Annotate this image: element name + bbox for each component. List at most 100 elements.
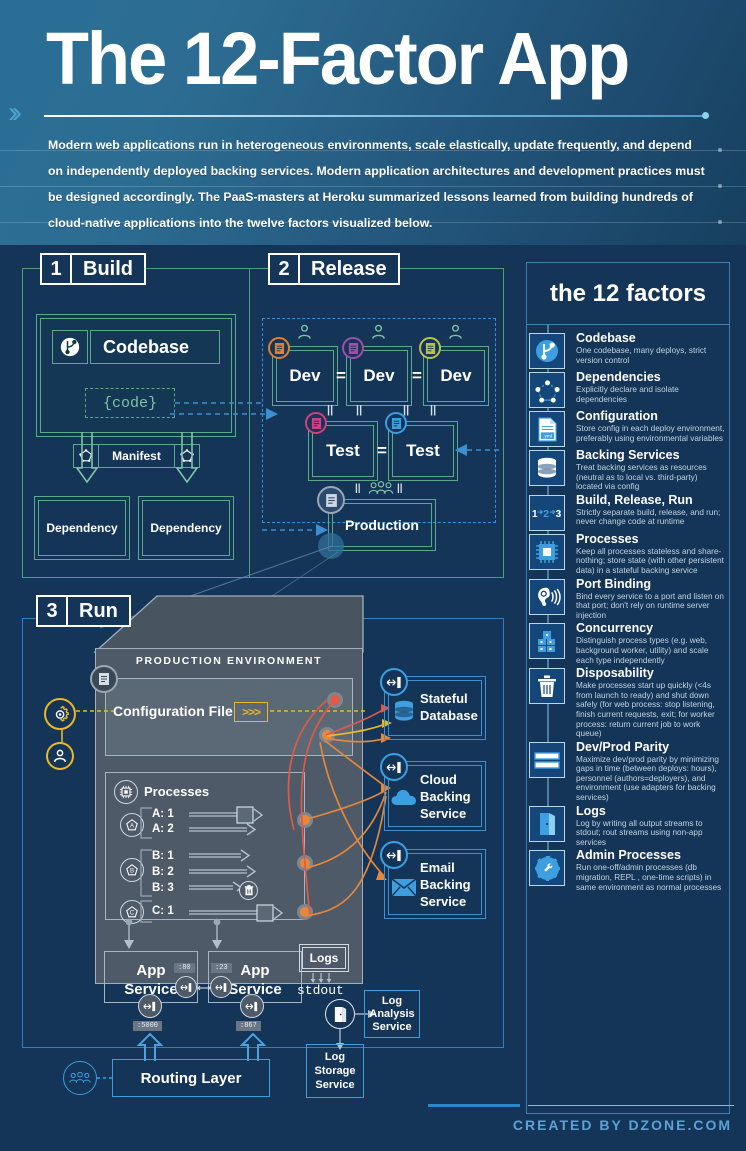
factor-name: Codebase bbox=[576, 331, 636, 345]
factor-name: Backing Services bbox=[576, 448, 680, 462]
factor-name: Disposability bbox=[576, 666, 654, 681]
process-item: A: 1 bbox=[152, 808, 174, 820]
parallel-marker: || bbox=[327, 404, 334, 416]
factor-name: Configuration bbox=[576, 409, 658, 423]
test-label: Test bbox=[406, 441, 440, 460]
door-icon bbox=[529, 805, 565, 842]
backing-service-line: Backing bbox=[420, 789, 471, 804]
stage-number-1: 1 bbox=[40, 253, 70, 285]
factor-name: Port Binding bbox=[576, 576, 651, 591]
footer-credit: CREATED BY DZONE.COM bbox=[512, 1117, 732, 1133]
config-file-label: Configuration File bbox=[113, 703, 233, 719]
factor-desc: Distinguish process types (e.g. web, bac… bbox=[576, 636, 709, 665]
svg-text:B: B bbox=[130, 868, 134, 875]
factor-item-build-release-run[interactable]: 123 Build, Release, Run Strictly separat… bbox=[527, 493, 729, 531]
logs-box: Logs bbox=[299, 944, 349, 972]
log-storage-line: Log bbox=[324, 1051, 346, 1063]
factor-name: Dependencies bbox=[576, 370, 661, 384]
stage-badge-release: 2 Release bbox=[268, 253, 400, 285]
database-icon bbox=[392, 700, 416, 722]
log-analysis-line: Service bbox=[372, 1020, 412, 1033]
factor-item-dependencies[interactable]: Dependencies Explicitly declare and isol… bbox=[527, 370, 729, 408]
log-storage-line: Service bbox=[315, 1079, 355, 1091]
stage-number-3: 3 bbox=[36, 595, 66, 627]
svg-text:C: C bbox=[130, 910, 135, 917]
backing-service-line: Email bbox=[420, 860, 455, 875]
code-placeholder: {code} bbox=[85, 388, 175, 418]
gear-config-icon[interactable] bbox=[44, 698, 76, 730]
prod-env-perspective-top bbox=[93, 595, 364, 653]
backing-service-line: Service bbox=[420, 806, 467, 821]
log-storage-service-box: Log Storage Service bbox=[306, 1044, 364, 1098]
person-circle-icon[interactable] bbox=[46, 742, 74, 770]
production-inflow-arrow-icon bbox=[262, 524, 328, 536]
document-circle-icon bbox=[317, 486, 345, 514]
equals-sign: = bbox=[377, 441, 387, 460]
production-label: Production bbox=[345, 517, 419, 533]
gear-config-connector bbox=[76, 710, 114, 712]
two-bars-icon bbox=[529, 741, 565, 778]
factor-desc: Keep all processes stateless and share-n… bbox=[576, 546, 724, 575]
port-binding-icon bbox=[210, 976, 232, 998]
stage-label-run: Run bbox=[66, 595, 131, 627]
factor-item-processes[interactable]: Processes Keep all processes stateless a… bbox=[527, 532, 729, 576]
factor-item-configuration[interactable]: .yml Configuration Store config in each … bbox=[527, 409, 729, 447]
parallel-marker: || bbox=[355, 483, 361, 494]
dependency-label: Dependency bbox=[150, 521, 222, 535]
stateful-database-label: Stateful Database bbox=[420, 690, 478, 724]
svg-text:3: 3 bbox=[556, 509, 562, 520]
factor-desc: Explicitly declare and isolate dependenc… bbox=[576, 385, 679, 404]
factor-item-concurrency[interactable]: Concurrency Distinguish process types (e… bbox=[527, 621, 729, 665]
cloud-backing-service-label: Cloud Backing Service bbox=[420, 771, 471, 822]
factor-desc: Bind every service to a port and listen … bbox=[576, 591, 724, 620]
production-environment-title: PRODUCTION ENVIRONMENT bbox=[135, 655, 323, 667]
process-item: B: 2 bbox=[152, 866, 174, 878]
process-item: B: 1 bbox=[152, 850, 174, 862]
database-icon bbox=[529, 450, 565, 486]
git-branch-icon bbox=[529, 333, 565, 369]
person-icon bbox=[297, 324, 312, 340]
backing-service-line: Cloud bbox=[420, 772, 457, 787]
footer-rule bbox=[528, 1105, 734, 1106]
factor-name: Admin Processes bbox=[576, 848, 681, 863]
cloud-icon bbox=[390, 788, 418, 806]
factor-desc: Treat backing services as resources (neu… bbox=[576, 463, 707, 492]
double-chevron-right-icon: ›› bbox=[8, 96, 22, 129]
factor-name: Concurrency bbox=[576, 621, 654, 636]
log-analysis-line: Log bbox=[381, 994, 403, 1007]
factor-item-admin-processes[interactable]: Admin Processes Run one-off/admin proces… bbox=[527, 848, 729, 892]
factor-name: Logs bbox=[576, 803, 606, 818]
yml-file-icon: .yml bbox=[529, 411, 565, 447]
document-icon bbox=[342, 337, 364, 359]
port-binding-icon bbox=[138, 994, 162, 1018]
document-icon bbox=[385, 412, 407, 434]
dev-label: Dev bbox=[363, 366, 395, 385]
buildings-icon bbox=[529, 623, 565, 660]
process-item: C: 1 bbox=[152, 905, 174, 917]
port-label-top: :80 bbox=[174, 963, 195, 973]
footer-accent-rule bbox=[428, 1104, 520, 1107]
release-feedback-arrow-icon bbox=[455, 444, 499, 456]
factor-item-disposability[interactable]: Disposability Make processes start up qu… bbox=[527, 666, 729, 739]
gear-wrench-icon bbox=[529, 850, 565, 887]
factor-item-backing-services[interactable]: Backing Services Treat backing services … bbox=[527, 448, 729, 492]
factor-item-port-binding[interactable]: Port Binding Bind every service to a por… bbox=[527, 577, 729, 621]
process-a-bracket bbox=[140, 807, 152, 839]
factor-desc: Strictly separate build, release, and ru… bbox=[576, 507, 721, 527]
factors-panel: the 12 factors Codebase One codebase, ma… bbox=[526, 262, 730, 1114]
door-icon bbox=[325, 999, 355, 1029]
dev-box: Dev bbox=[272, 346, 338, 406]
git-branch-icon bbox=[52, 330, 88, 364]
factor-item-codebase[interactable]: Codebase One codebase, many deploys, str… bbox=[527, 331, 729, 369]
codebase-label: Codebase bbox=[90, 330, 220, 364]
dev-box: Dev bbox=[346, 346, 412, 406]
stdout-label: stdout bbox=[297, 983, 344, 998]
test-box: Test bbox=[388, 421, 458, 481]
factor-item-dev-prod-parity[interactable]: Dev/Prod Parity Maximize dev/prod parity… bbox=[527, 740, 729, 803]
port-binding-icon bbox=[175, 976, 197, 998]
factor-desc: Make processes start up quickly (<4s fro… bbox=[576, 681, 715, 739]
factors-panel-title: the 12 factors bbox=[527, 263, 729, 325]
factor-item-logs[interactable]: Logs Log by writing all output streams t… bbox=[527, 804, 729, 848]
users-routing-connector bbox=[97, 1077, 113, 1079]
backing-service-line: Backing bbox=[420, 877, 471, 892]
